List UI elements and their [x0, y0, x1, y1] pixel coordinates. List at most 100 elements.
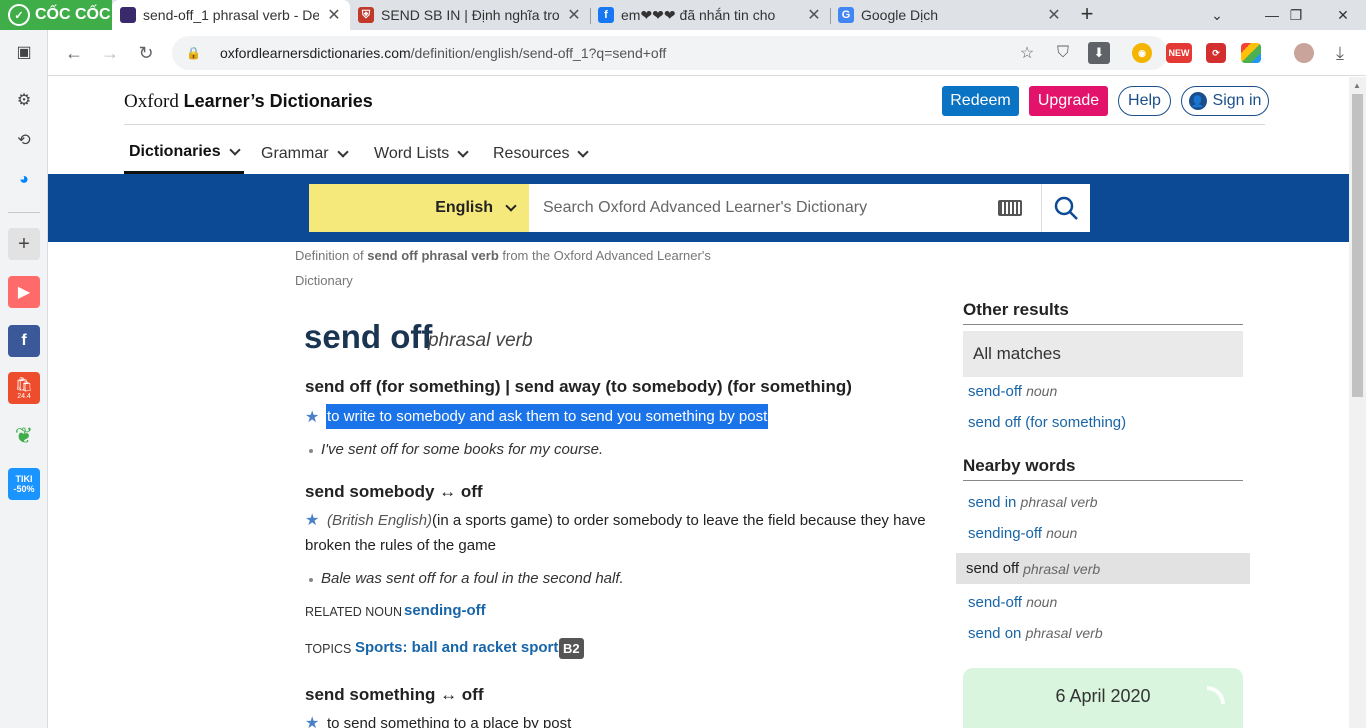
tab-title: Google Dịch [861, 7, 939, 23]
facebook-icon[interactable]: f [8, 325, 40, 357]
user-icon: 👤 [1188, 92, 1207, 110]
tab-google-translate[interactable]: G Google Dịch ✕ [830, 0, 1070, 30]
search-band: English [48, 174, 1349, 242]
topic-link[interactable]: Sports: ball and racket sports [355, 639, 567, 656]
oxford-3000-star-icon: ★ [305, 512, 320, 529]
region-label: (British English) [327, 512, 433, 529]
maximize-button[interactable]: ❐ [1276, 0, 1316, 30]
help-button[interactable]: Help [1118, 86, 1171, 116]
dictionary-search-input[interactable] [529, 184, 1041, 232]
coccoc-leaf-icon[interactable]: ❦ [8, 420, 40, 452]
close-tab-icon[interactable]: ✕ [806, 5, 822, 25]
tab-search-icon[interactable]: ⌄ [1197, 0, 1237, 30]
nav-label: Grammar [261, 144, 329, 162]
address-bar[interactable]: 🔒 oxfordlearnersdictionaries.com/definit… [172, 36, 1168, 70]
browser-sidebar: ▣ ⚙ ⟲ ◕ + ▶ f 🛍 24.4 ❦ TIKI -50% [0, 30, 48, 728]
download-page-icon[interactable]: ⬇ [1088, 42, 1110, 64]
result-pos: noun [1026, 383, 1058, 399]
search-button[interactable] [1041, 184, 1090, 232]
result-word: send-off [968, 383, 1022, 400]
google-translate-favicon-icon: G [838, 7, 854, 23]
result-word: send off (for something) [968, 414, 1127, 431]
facebook-favicon-icon: f [598, 7, 614, 23]
chevron-down-icon [228, 144, 241, 156]
tiki-icon[interactable]: TIKI -50% [8, 468, 40, 500]
tab-title: em❤❤❤ đã nhắn tin cho [621, 6, 776, 23]
other-result-link[interactable]: send off (for something) [968, 414, 1126, 431]
new-tab-button[interactable]: + [1076, 3, 1098, 25]
close-tab-icon[interactable]: ✕ [1046, 5, 1062, 25]
search-icon [1054, 196, 1078, 220]
close-tab-icon[interactable]: ✕ [566, 5, 582, 25]
bookmark-star-icon[interactable]: ☆ [1016, 42, 1038, 64]
downloads-icon[interactable]: ⤓ [1326, 39, 1354, 67]
nav-word-lists[interactable]: Word Lists [369, 133, 472, 174]
nav-dictionaries[interactable]: Dictionaries [124, 133, 244, 174]
nearby-word-link[interactable]: send on phrasal verb [968, 625, 1103, 642]
chevron-down-icon [336, 145, 349, 158]
nearby-pos: phrasal verb [1023, 560, 1101, 577]
scroll-up-arrow-icon[interactable]: ▲ [1353, 81, 1361, 90]
shield-icon[interactable]: ⛉ [1052, 42, 1074, 64]
nav-grammar[interactable]: Grammar [256, 133, 352, 174]
sense-definition: to send something to a place by post [327, 715, 572, 728]
messenger-icon[interactable]: ◕ [8, 164, 40, 196]
color-extension-icon[interactable] [1241, 43, 1261, 63]
chevron-down-icon [505, 200, 517, 212]
page-scrollbar[interactable]: ▲ [1349, 77, 1366, 728]
forward-button[interactable]: → [96, 39, 124, 67]
close-tab-icon[interactable]: ✕ [326, 5, 342, 25]
tab-title: send-off_1 phrasal verb - Def [143, 7, 319, 23]
sense-definition-cont: broken the rules of the game [305, 537, 496, 554]
nearby-word: sending-off [968, 525, 1042, 542]
redeem-button[interactable]: Redeem [942, 86, 1019, 116]
all-matches-link[interactable]: All matches [963, 331, 1243, 377]
nav-label: Word Lists [374, 144, 450, 162]
sense-definition-highlighted[interactable]: to write to somebody and ask them to sen… [326, 404, 769, 429]
word-of-the-day-card[interactable]: 6 April 2020 [963, 668, 1243, 728]
tab-facebook[interactable]: f em❤❤❤ đã nhắn tin cho ✕ [590, 0, 830, 30]
oxford-logo[interactable]: Oxford Learner’s Dictionaries [124, 91, 373, 113]
cefr-level-badge: B2 [559, 638, 584, 659]
signin-button[interactable]: 👤 Sign in [1181, 86, 1269, 116]
recorder-extension-icon[interactable]: ⟳ [1206, 43, 1226, 63]
scroll-thumb[interactable] [1352, 94, 1363, 397]
back-button[interactable]: ← [60, 39, 88, 67]
logo-bold: Learner’s Dictionaries [183, 91, 373, 111]
tab-cambridge[interactable]: ⛨ SEND SB IN | Định nghĩa trong ✕ [350, 0, 590, 30]
url-host: oxfordlearnersdictionaries.com [220, 45, 411, 61]
nearby-word-link[interactable]: send in phrasal verb [968, 494, 1098, 511]
close-window-button[interactable]: ✕ [1323, 0, 1363, 30]
nearby-word: send-off [968, 594, 1022, 611]
keyboard-icon[interactable] [998, 200, 1022, 216]
cambridge-favicon-icon: ⛨ [358, 7, 374, 23]
related-noun-link[interactable]: sending-off [404, 602, 486, 619]
coccoc-menu-button[interactable]: ✓ CỐC CỐC [0, 0, 112, 30]
history-icon[interactable]: ⟲ [8, 124, 40, 156]
sense-heading: send something ↔ off [305, 685, 484, 704]
coccoc-extension-icon[interactable]: ◉ [1132, 43, 1152, 63]
logo-plain: Oxford [124, 91, 179, 112]
nearby-word-link[interactable]: send-off noun [968, 594, 1057, 611]
tab-oxford[interactable]: send-off_1 phrasal verb - Def ✕ [112, 0, 350, 30]
language-select[interactable]: English [309, 184, 529, 232]
shopee-icon[interactable]: 🛍 24.4 [8, 372, 40, 404]
example-bullet [309, 449, 313, 453]
profile-avatar[interactable] [1294, 43, 1314, 63]
sidebar-toggle-icon[interactable]: ▣ [8, 36, 40, 68]
settings-gear-icon[interactable]: ⚙ [8, 84, 40, 116]
add-app-icon[interactable]: + [8, 228, 40, 260]
oxford-favicon-icon [120, 7, 136, 23]
reload-button[interactable]: ↻ [132, 39, 160, 67]
header-divider [124, 124, 1265, 125]
brand-label: CỐC CỐC [35, 6, 111, 23]
nearby-word-link[interactable]: sending-off noun [968, 525, 1077, 542]
upgrade-button[interactable]: Upgrade [1029, 86, 1108, 116]
browser-toolbar: ← → ↻ 🔒 oxfordlearnersdictionaries.com/d… [48, 30, 1366, 76]
nearby-word: send in [968, 494, 1017, 511]
new-extension-icon[interactable]: NEW [1166, 43, 1192, 63]
other-result-link[interactable]: send-off noun [968, 383, 1057, 400]
chevron-down-icon [457, 145, 469, 158]
youtube-icon[interactable]: ▶ [8, 276, 40, 308]
nav-resources[interactable]: Resources [488, 133, 592, 174]
